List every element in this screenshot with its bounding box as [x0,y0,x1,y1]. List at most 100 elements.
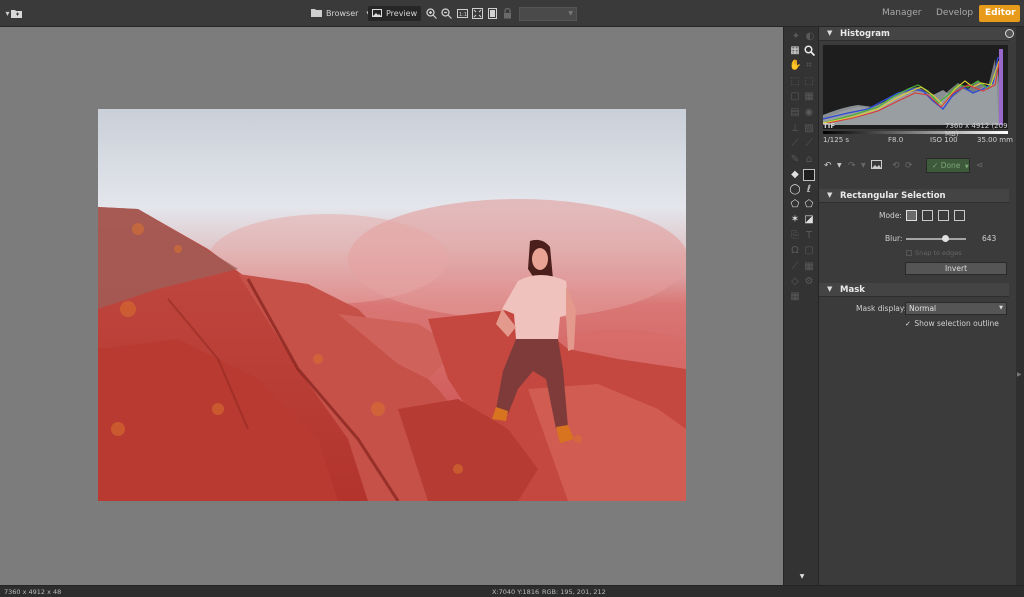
selection-header[interactable]: ▼ Rectangular Selection [819,189,1009,203]
mode-new-icon[interactable] [906,210,917,221]
edge-icon[interactable]: ◪ [803,214,815,226]
share-icon[interactable]: ⋖ [976,160,984,172]
undo-icon[interactable]: ↶ [824,160,832,172]
perspective-icon[interactable]: ⬚ [789,76,801,88]
hand-icon[interactable]: ✋ [789,60,801,72]
photo-with-mask[interactable] [98,109,686,501]
settings-icon[interactable]: ⚙ [803,276,815,288]
crop-icon[interactable]: ⌗ [803,60,815,72]
image-canvas[interactable] [0,27,783,585]
snap-checkbox[interactable]: Snap to edges [906,249,962,257]
lock-icon[interactable] [502,7,513,19]
browser-button[interactable]: Browser ▼ [311,6,372,21]
checkbox-icon [906,250,912,256]
healing-icon[interactable]: ◐ [804,31,816,43]
panel-scroll-edge[interactable]: ▶ [1016,27,1024,585]
tab-develop[interactable]: Develop [930,5,979,22]
done-button[interactable]: ✓ Done ▼ [926,158,970,173]
mode-subtract-icon[interactable] [938,210,949,221]
import-folder-icon[interactable] [11,8,22,19]
histogram-header[interactable]: ▼ Histogram [819,27,1014,41]
shutter-label: 1/125 s [823,136,850,144]
rotate-right-icon[interactable]: ⟳ [905,160,913,172]
chevron-down-icon[interactable]: ▼ [837,160,842,172]
pencil-icon[interactable]: ✎ [789,154,801,166]
toggle-icon[interactable] [1005,29,1014,38]
fill-icon[interactable] [487,8,498,19]
show-outline-label: Show selection outline [914,319,999,328]
blur-slider[interactable] [906,235,966,242]
mask-title: Mask [840,285,865,295]
image-icon [372,8,382,19]
blur-slider-thumb[interactable] [942,235,949,242]
chevron-down-icon[interactable]: ▼ [861,160,866,172]
preview-button[interactable]: Preview [368,6,422,21]
ellipse-selection-icon[interactable]: ◯ [789,184,801,196]
compare-icon[interactable] [871,160,882,173]
collapse-arrow-icon[interactable]: ▼ [827,29,832,37]
actual-size-icon[interactable]: 1:1 [457,8,468,19]
distortion-icon[interactable]: ⬚ [803,76,815,88]
tab-manager[interactable]: Manager [876,5,927,22]
check-icon: ✓ [905,320,911,328]
rotate-left-icon[interactable]: ⟲ [892,160,900,172]
watermark-icon[interactable]: ▢ [803,245,815,257]
frame-icon[interactable]: ▢ [789,91,801,103]
layers-icon[interactable]: ▦ [789,291,801,303]
magic-wand-icon[interactable]: ✶ [789,214,801,226]
text-icon[interactable]: T [803,230,815,242]
chevron-right-icon[interactable]: ▶ [1017,371,1022,378]
chevron-down-icon[interactable]: ▼ [796,571,808,583]
red-eye-icon[interactable]: ◉ [803,107,815,119]
mask-header[interactable]: ▼ Mask [819,283,1009,297]
line-icon[interactable]: ⟋ [789,261,801,273]
fit-icon[interactable] [472,8,483,19]
selection-brush-icon[interactable]: ✦ [790,31,802,43]
show-outline-checkbox[interactable]: ✓ Show selection outline [905,319,999,328]
focal-label: 35.00 mm [977,136,1013,144]
collapse-arrow-icon[interactable]: ▼ [827,285,832,293]
zoom-select[interactable]: ▼ [519,7,577,21]
smart-erase-icon[interactable]: ▨ [803,123,815,135]
photo-image [98,109,686,501]
mode-intersect-icon[interactable] [954,210,965,221]
eraser-icon[interactable]: ⌂ [803,154,815,166]
zoom-out-icon[interactable] [441,8,452,19]
chevron-down-icon: ▼ [999,305,1003,311]
brush-icon[interactable]: ⟋ [789,138,801,150]
shape-icon[interactable]: Ω [789,245,801,257]
paste-icon[interactable]: ⎘ [789,230,801,242]
gradient-icon[interactable]: ▤ [789,107,801,119]
preview-label: Preview [386,9,418,18]
top-toolbar: ▾ Browser ▼ Preview 1:1 [0,0,1024,27]
tilt-shift-icon[interactable]: ▦ [803,91,815,103]
clone-stamp-icon[interactable]: ⊥ [789,123,801,135]
cursor-coords: X:7040 Y:1816 [492,588,540,596]
mode-add-icon[interactable] [922,210,933,221]
redo-icon[interactable]: ↷ [848,160,856,172]
zoom-icon[interactable] [803,45,815,57]
symbol-icon[interactable]: ▦ [803,261,815,273]
folder-icon [311,8,322,19]
rgb-readout: RGB: 195, 201, 212 [542,588,606,596]
invert-button[interactable]: Invert [905,262,1007,275]
zoom-in-icon[interactable] [426,8,437,19]
tab-editor[interactable]: Editor [979,5,1020,22]
fill-icon[interactable]: ◇ [789,276,801,288]
histogram-graph [822,45,1008,134]
lasso-icon[interactable]: ℓ [803,184,815,196]
grid-icon[interactable]: ▦ [789,45,801,57]
status-bar: 7360 x 4912 x 48 X:7040 Y:1816 RGB: 195,… [0,585,1024,597]
mask-display-label: Mask display: [856,304,907,313]
mask-display-select[interactable]: Normal ▼ [905,302,1007,315]
color-brush-icon[interactable]: ⟋ [803,138,815,150]
magnetic-lasso-icon[interactable]: ⬠ [803,199,815,211]
chevron-down-icon: ▼ [568,10,573,17]
eraser-icon[interactable]: ◆ [789,169,801,181]
polygon-lasso-icon[interactable]: ⬠ [789,199,801,211]
mode-label: Mode: [879,211,902,220]
rect-selection-icon[interactable] [803,169,815,181]
collapse-arrow-icon[interactable]: ▼ [827,191,832,199]
chevron-down-icon: ▼ [964,164,969,170]
snap-label: Snap to edges [915,249,962,257]
